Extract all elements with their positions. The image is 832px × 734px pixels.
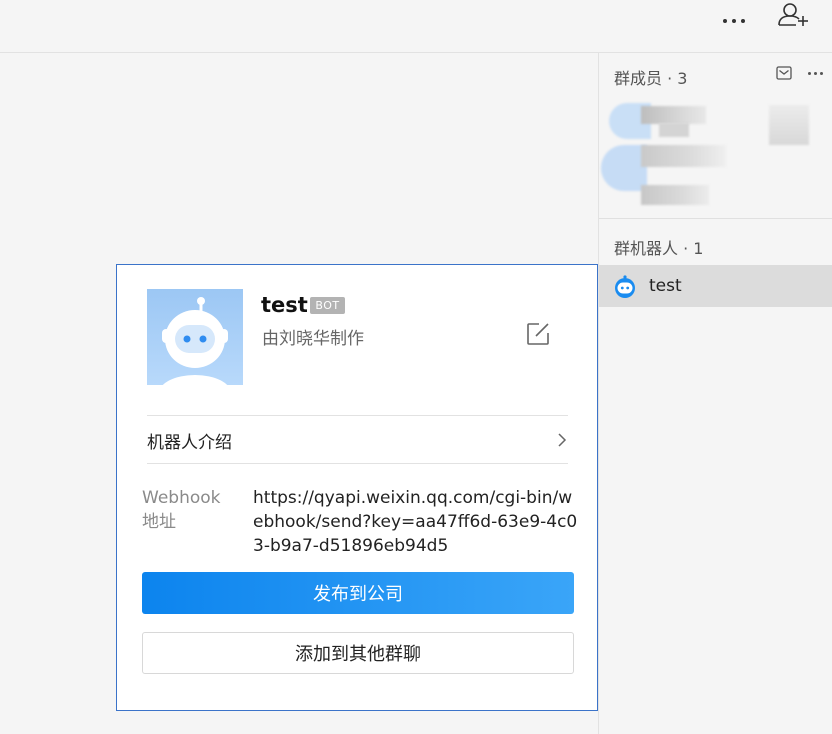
- mail-icon[interactable]: [776, 66, 792, 80]
- group-side-panel: 群成员 · 3 群机器人 · 1 test: [598, 53, 832, 734]
- member-avatar[interactable]: [769, 105, 809, 145]
- more-dot: [732, 19, 736, 23]
- edit-icon: [527, 323, 549, 345]
- members-title: 群成员 · 3: [614, 69, 688, 88]
- more-dot: [807, 71, 811, 75]
- bot-badge: BOT: [310, 297, 345, 314]
- robot-avatar: [147, 289, 243, 385]
- robots-title: 群机器人 · 1: [614, 239, 704, 258]
- webhook-label: Webhook 地址: [142, 488, 221, 532]
- bot-name: test: [261, 293, 308, 317]
- add-to-other-group-button[interactable]: 添加到其他群聊: [142, 632, 574, 674]
- more-dot: [819, 71, 823, 75]
- member-name: [641, 106, 706, 124]
- robot-name: test: [649, 276, 682, 296]
- robot-profile-card: test BOT 由刘晓华制作 机器人介绍 Webhook 地址 https:/…: [116, 264, 598, 711]
- robot-icon: [615, 275, 635, 298]
- robot-intro-row[interactable]: 机器人介绍: [147, 416, 568, 464]
- member-name: [641, 145, 726, 167]
- more-dot: [813, 71, 817, 75]
- member-name: [641, 185, 709, 205]
- chevron-right-icon: [558, 433, 567, 447]
- members-more-button[interactable]: [806, 65, 824, 81]
- edit-button[interactable]: [525, 321, 551, 347]
- add-member-button[interactable]: [774, 0, 812, 30]
- more-options-button[interactable]: [716, 6, 752, 36]
- bot-maker: 由刘晓华制作: [262, 329, 364, 349]
- intro-label: 机器人介绍: [147, 432, 232, 453]
- top-toolbar: [0, 0, 832, 53]
- publish-to-company-button[interactable]: 发布到公司: [142, 572, 574, 614]
- card-divider: [147, 463, 568, 464]
- robot-list-item[interactable]: test: [599, 265, 832, 307]
- section-divider: [599, 218, 832, 219]
- member-name: [659, 123, 689, 137]
- add-member-icon: [778, 3, 808, 26]
- members-actions: [776, 65, 824, 81]
- robot-avatar-icon: [162, 297, 228, 385]
- more-dot: [741, 19, 745, 23]
- more-horizontal-icon: [723, 19, 727, 23]
- webhook-url[interactable]: https://qyapi.weixin.qq.com/cgi-bin/webh…: [253, 486, 578, 558]
